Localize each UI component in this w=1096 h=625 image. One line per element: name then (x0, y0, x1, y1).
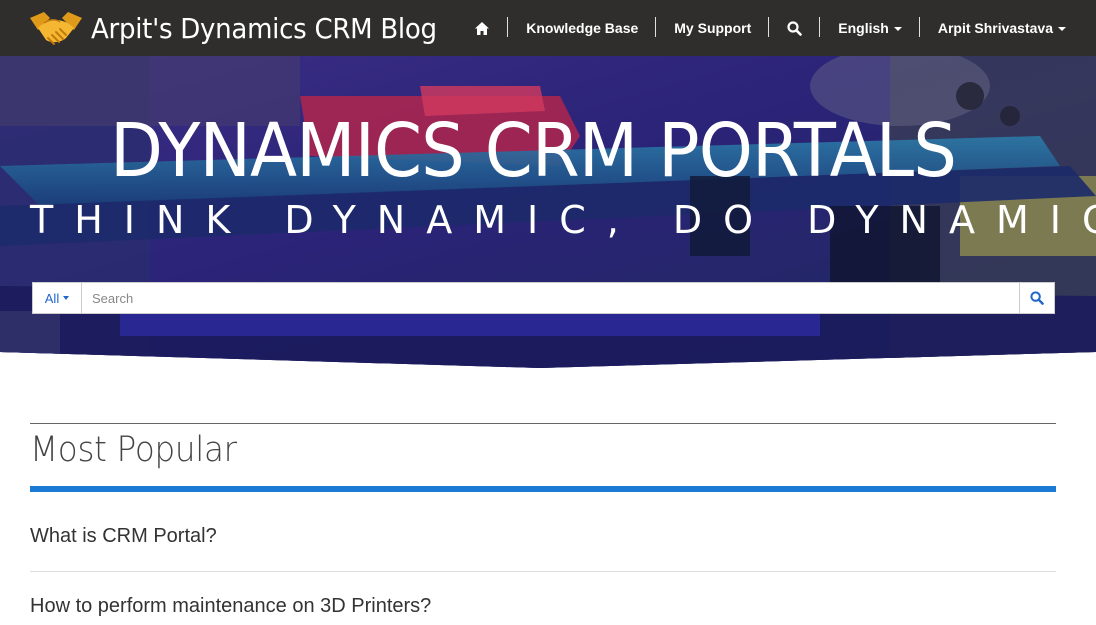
search-scope-label: All (44, 290, 60, 306)
nav-my-support[interactable]: My Support (656, 0, 770, 56)
search-icon (1030, 291, 1044, 305)
search-bar: All (32, 282, 1055, 314)
chevron-down-icon (63, 296, 70, 300)
accent-bar (30, 486, 1056, 492)
nav-user-label: Arpit Shrivastava (937, 20, 1053, 36)
nav-knowledge-base-label: Knowledge Base (526, 20, 639, 36)
nav-search[interactable] (769, 0, 821, 56)
chevron-down-icon (893, 27, 902, 31)
nav-home[interactable] (456, 0, 509, 56)
nav-language-dropdown[interactable]: English (820, 0, 920, 56)
brand-link[interactable]: Arpit's Dynamics CRM Blog (28, 8, 463, 48)
hero-title: DYNAMICS CRM PORTALS (110, 108, 957, 194)
chevron-down-icon (1058, 27, 1066, 31)
hero-banner: DYNAMICS CRM PORTALS THINK DYNAMIC, DO D… (0, 56, 1096, 368)
popular-item[interactable]: What is CRM Portal? (30, 502, 1056, 572)
home-icon (475, 21, 490, 35)
main-nav: Knowledge Base My Support English Arpit … (456, 0, 1066, 56)
search-input[interactable] (82, 283, 1019, 313)
search-scope-dropdown[interactable]: All (33, 283, 82, 313)
search-icon (787, 20, 803, 36)
nav-user-dropdown[interactable]: Arpit Shrivastava (920, 0, 1066, 56)
popular-list: What is CRM Portal? How to perform maint… (30, 502, 1056, 625)
popular-item[interactable]: How to perform maintenance on 3D Printer… (30, 572, 1056, 625)
hero-subtitle: THINK DYNAMIC, DO DYNAMIC (30, 198, 1096, 242)
most-popular-heading: Most Popular (30, 430, 237, 470)
site-title: Arpit's Dynamics CRM Blog (91, 11, 437, 45)
search-button[interactable] (1019, 283, 1054, 313)
nav-language-label: English (838, 20, 889, 36)
section-divider (30, 423, 1056, 424)
handshake-icon (30, 12, 82, 45)
nav-my-support-label: My Support (674, 20, 752, 36)
top-navbar: Arpit's Dynamics CRM Blog Knowledge Base… (0, 0, 1096, 56)
nav-knowledge-base[interactable]: Knowledge Base (508, 0, 657, 56)
